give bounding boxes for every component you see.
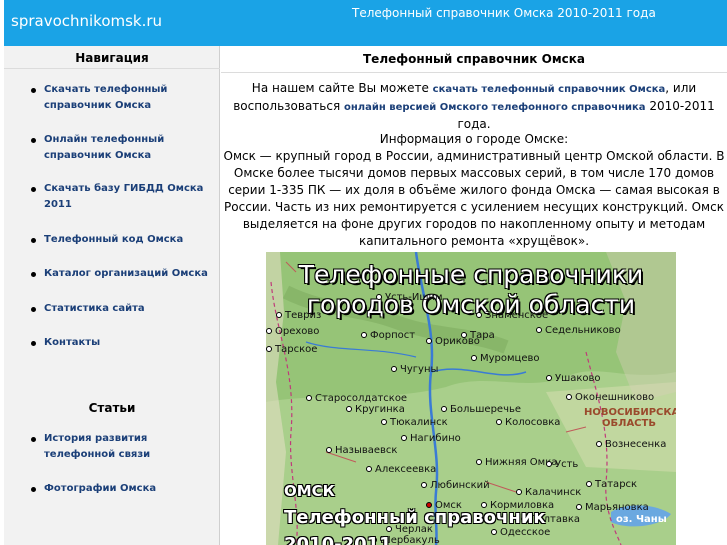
nav-item-gibdd-base[interactable]: Скачать базу ГИБДД Омска 2011 [31,181,211,213]
bullet-icon [31,238,36,243]
nav-item-label: Телефонный код Омска [44,234,184,245]
city-chuguny: Чугуны [391,364,438,375]
map-title-line-1: Телефонные справочники [298,260,644,289]
city-lyubinsky: Любинский [421,480,490,491]
nav-item-label: Статистика сайта [44,303,145,314]
lake-chany-label: оз. Чаны [616,514,667,525]
header-title: Телефонный справочник Омска 2010-2011 го… [352,6,656,20]
city-bolsherechye: Большеречье [441,404,521,415]
info-text: Омск — крупный город в России, администр… [223,149,725,248]
city-znamenskoe: Знаменское [476,310,548,321]
city-kruginka: Кругинка [346,404,405,415]
nav-item-phone-code[interactable]: Телефонный код Омска [31,232,211,248]
city-maryanovka: Марьяновка [576,502,649,513]
site-header: spravochnikomsk.ru Телефонный справочник… [4,0,727,46]
bullet-icon [31,187,36,192]
city-muromtsevo: Муромцево [471,353,540,364]
sidebar: Навигация Скачать телефонный справочник … [4,46,220,545]
bullet-icon [31,88,36,93]
nav-item-online-directory[interactable]: Онлайн телефонный справочник Омска [31,132,211,164]
city-ushakovo: Ушаково [546,373,601,384]
city-kalachinsk: Калачинск [516,487,581,498]
nav-item-contacts[interactable]: Контакты [31,335,211,351]
omsk-region-map-image[interactable]: Телефонные справочники городов Омской об… [266,252,676,545]
city-ust: Усть [546,459,578,470]
bullet-icon [31,487,36,492]
article-item-label: История развития телефонной связи [44,433,151,460]
main-content: Телефонный справочник Омска На нашем сай… [221,46,727,545]
city-voznesenka: Вознесенка [596,439,666,450]
city-orikovo: Ориково [426,336,480,347]
map-omsk-caption: ОМСК [284,482,335,500]
city-okoneshnikovo: Оконешниково [566,392,654,403]
nav-item-label: Скачать базу ГИБДД Омска 2011 [44,183,204,210]
city-tarskoe: Тарское [266,344,317,355]
intro-text-start: На нашем сайте Вы можете [251,81,433,95]
city-nagibino: Нагибино [401,433,461,444]
city-forpost: Форпост [361,330,415,341]
city-ust-ishim: Усть-Ишим [376,292,443,303]
online-directory-link[interactable]: онлайн версией Омского телефонного справ… [344,102,646,113]
info-heading: Информация о городе Омске: [379,132,569,146]
city-sedelnikovo: Седельниково [536,325,621,336]
city-kolosovka: Колосовка [496,417,560,428]
bullet-icon [31,307,36,312]
bullet-icon [31,138,36,143]
bullet-icon [31,272,36,277]
city-alekseevka: Алексеевка [366,464,436,475]
page-title: Телефонный справочник Омска [221,52,727,73]
city-orehovo: Орехово [266,326,319,337]
city-odesskoe: Одесское [491,527,550,538]
nav-item-label: Онлайн телефонный справочник Омска [44,134,165,161]
city-tyukalinsk: Тюкалинск [381,417,448,428]
nav-item-download-directory[interactable]: Скачать телефонный справочник Омска [31,82,211,114]
novosibirsk-region-label: НОВОСИБИРСКАЯ ОБЛАСТЬ [584,407,676,429]
articles-heading: Статьи [88,401,136,415]
nav-item-label: Каталог организаций Омска [44,268,208,279]
article-item-label: Фотографии Омска [44,483,157,494]
navigation-heading: Навигация [4,51,220,69]
nav-item-label: Контакты [44,337,101,348]
map-years-caption: 2010-2011 [284,534,392,545]
city-nazyvaevsk: Называевск [326,445,397,456]
map-title-line-2: городов Омской области [306,290,636,319]
nav-item-label: Скачать телефонный справочник Омска [44,84,168,111]
download-directory-link[interactable]: скачать телефонный справочник Омска [433,84,666,95]
article-item-omsk-photos[interactable]: Фотографии Омска [31,481,211,497]
map-directory-caption: Телефонный справочник [284,507,546,528]
bullet-icon [31,341,36,346]
nav-item-statistics[interactable]: Статистика сайта [31,301,211,317]
site-name-link[interactable]: spravochnikomsk.ru [11,12,162,30]
city-starosoldatskoe: Старосолдатское [306,393,407,404]
city-info: Информация о городе Омске: Омск — крупны… [221,131,727,250]
intro-paragraph: На нашем сайте Вы можете скачать телефон… [225,80,723,133]
city-tatarsk: Татарск [586,479,637,490]
nav-item-organizations-catalog[interactable]: Каталог организаций Омска [31,266,211,282]
bullet-icon [31,437,36,442]
article-item-telephony-history[interactable]: История развития телефонной связи [31,431,211,463]
city-tevriz: Тевриз [276,310,321,321]
